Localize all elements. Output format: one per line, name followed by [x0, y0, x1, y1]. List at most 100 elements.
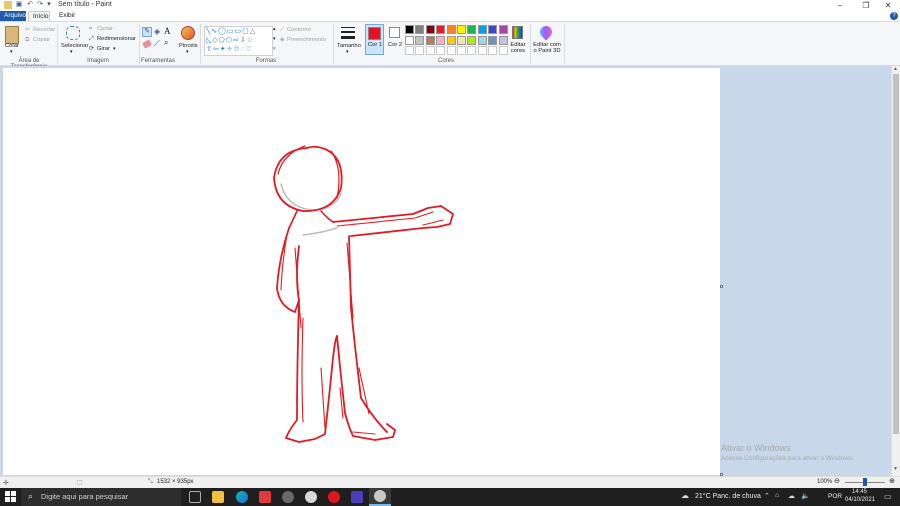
palette-color-swatch[interactable]: [498, 35, 508, 45]
zoom-out-button[interactable]: ⊖: [834, 477, 840, 485]
palette-color-swatch[interactable]: [415, 35, 425, 45]
tab-view[interactable]: Exibir: [55, 11, 77, 21]
fill-icon[interactable]: ◈: [154, 27, 160, 36]
resize-button[interactable]: Redimensionar: [97, 36, 136, 42]
palette-color-swatch[interactable]: [488, 35, 498, 45]
edge-icon[interactable]: [236, 491, 248, 503]
show-hidden-icons-icon[interactable]: ⌃: [764, 492, 770, 500]
palette-color-swatch[interactable]: [457, 35, 466, 45]
palette-color-swatch[interactable]: [405, 25, 414, 34]
undo-icon[interactable]: ↶: [26, 1, 34, 9]
custom-color-slot[interactable]: [498, 46, 508, 55]
help-button[interactable]: ?: [890, 12, 898, 20]
maximize-button[interactable]: ❐: [855, 0, 877, 11]
shapes-scroll-down-icon[interactable]: ▾: [273, 36, 276, 42]
brushes-icon[interactable]: [181, 26, 195, 40]
scroll-up-icon[interactable]: ▲: [893, 66, 898, 72]
brushes-dropdown-icon[interactable]: ▾: [186, 49, 189, 55]
custom-color-slot[interactable]: [457, 46, 466, 55]
clock-time[interactable]: 14:45: [852, 489, 867, 495]
app-icon[interactable]: [305, 491, 317, 503]
shapes-gallery[interactable]: ╲∿◯▭▭▢△ ◺◇⬠⬡⇨⇩☆ ⇧⇦✦✧✩◌♡: [204, 26, 273, 56]
palette-color-swatch[interactable]: [436, 35, 446, 45]
tab-file[interactable]: Arquivo: [0, 11, 26, 21]
network-icon[interactable]: ⌂: [775, 492, 779, 499]
customize-quick-access-icon[interactable]: ▾: [45, 1, 53, 9]
rotate-button[interactable]: Girar: [97, 46, 110, 52]
palette-color-swatch[interactable]: [405, 35, 414, 45]
minimize-button[interactable]: –: [829, 0, 851, 11]
outline-button[interactable]: Contorno: [287, 27, 311, 33]
language-indicator[interactable]: POR: [828, 493, 842, 500]
app-icon[interactable]: [282, 491, 294, 503]
paint3d-button[interactable]: Editar com o Paint 3D: [532, 42, 562, 54]
paint3d-icon[interactable]: [537, 23, 555, 41]
shapes-scroll-up-icon[interactable]: ▴: [273, 26, 276, 32]
start-button[interactable]: [5, 491, 16, 502]
rotate-dropdown-icon[interactable]: ▾: [113, 46, 116, 52]
palette-color-swatch[interactable]: [446, 35, 456, 45]
text-icon[interactable]: A: [164, 26, 171, 36]
custom-color-slot[interactable]: [467, 46, 477, 55]
pencil-icon[interactable]: ✎: [142, 27, 152, 37]
close-button[interactable]: ✕: [877, 0, 899, 11]
crop-button[interactable]: Cortar: [97, 26, 113, 32]
shapes-expand-icon[interactable]: ▿: [273, 46, 276, 52]
custom-color-slot[interactable]: [415, 46, 425, 55]
fill-shape-button[interactable]: Preenchimento: [287, 37, 326, 43]
video-app-icon[interactable]: [259, 491, 271, 503]
zoom-slider-thumb[interactable]: [863, 478, 867, 486]
clock-date[interactable]: 04/10/2021: [845, 497, 875, 503]
palette-color-swatch[interactable]: [477, 35, 487, 45]
drawing-canvas[interactable]: [3, 68, 720, 475]
magnifier-icon[interactable]: ⌕: [164, 38, 168, 48]
select-button[interactable]: Selecionar: [61, 43, 88, 49]
color-picker-icon[interactable]: ⟋: [154, 39, 160, 49]
custom-color-slot[interactable]: [488, 46, 498, 55]
onedrive-icon[interactable]: ☁: [788, 492, 795, 500]
palette-color-swatch[interactable]: [498, 25, 508, 34]
paste-icon[interactable]: [5, 26, 19, 44]
size-dropdown-icon[interactable]: ▾: [346, 49, 349, 55]
scrollbar-thumb[interactable]: [893, 74, 899, 434]
paste-dropdown-icon[interactable]: ▾: [10, 49, 13, 55]
custom-color-slot[interactable]: [436, 46, 446, 55]
custom-color-slot[interactable]: [446, 46, 456, 55]
palette-color-swatch[interactable]: [467, 25, 477, 34]
palette-color-swatch[interactable]: [415, 25, 425, 34]
cut-button[interactable]: Recortar: [33, 27, 55, 33]
volume-icon[interactable]: 🔈: [801, 492, 810, 500]
weather-text[interactable]: 21°C Panc. de chuva: [695, 493, 761, 500]
opera-icon[interactable]: [328, 491, 340, 503]
palette-color-swatch[interactable]: [488, 25, 498, 34]
custom-color-slot[interactable]: [425, 46, 435, 55]
save-icon[interactable]: ▣: [15, 1, 23, 9]
select-icon[interactable]: [66, 26, 80, 40]
zoom-in-button[interactable]: ⊕: [889, 477, 895, 485]
palette-color-swatch[interactable]: [477, 25, 487, 34]
palette-color-swatch[interactable]: [436, 25, 446, 34]
tab-home[interactable]: Início: [28, 11, 50, 21]
app-icon[interactable]: [351, 491, 363, 503]
custom-color-slot[interactable]: [477, 46, 487, 55]
copy-button[interactable]: Copiar: [33, 37, 50, 43]
canvas-resize-handle-right[interactable]: [720, 285, 723, 288]
notifications-icon[interactable]: ▭: [884, 492, 892, 501]
edit-colors-button[interactable]: Editar cores: [508, 42, 528, 54]
palette-color-swatch[interactable]: [425, 35, 435, 45]
palette-color-swatch[interactable]: [425, 25, 435, 34]
custom-color-slot[interactable]: [405, 46, 414, 55]
paint-taskbar-button[interactable]: [369, 488, 391, 506]
palette-color-swatch[interactable]: [446, 25, 456, 34]
eraser-icon[interactable]: [142, 39, 152, 49]
redo-icon[interactable]: ↷: [36, 1, 44, 9]
palette-color-swatch[interactable]: [457, 25, 466, 34]
task-view-icon[interactable]: [189, 491, 201, 503]
file-explorer-icon[interactable]: [212, 491, 224, 503]
palette-color-swatch[interactable]: [467, 35, 477, 45]
search-box[interactable]: ⌕ Digite aqui para pesquisar: [21, 488, 181, 506]
edit-colors-icon[interactable]: [512, 26, 523, 39]
color2-swatch[interactable]: [389, 27, 400, 38]
scroll-down-icon[interactable]: ▼: [893, 466, 898, 472]
vertical-scrollbar[interactable]: ▲ ▼: [891, 66, 900, 476]
